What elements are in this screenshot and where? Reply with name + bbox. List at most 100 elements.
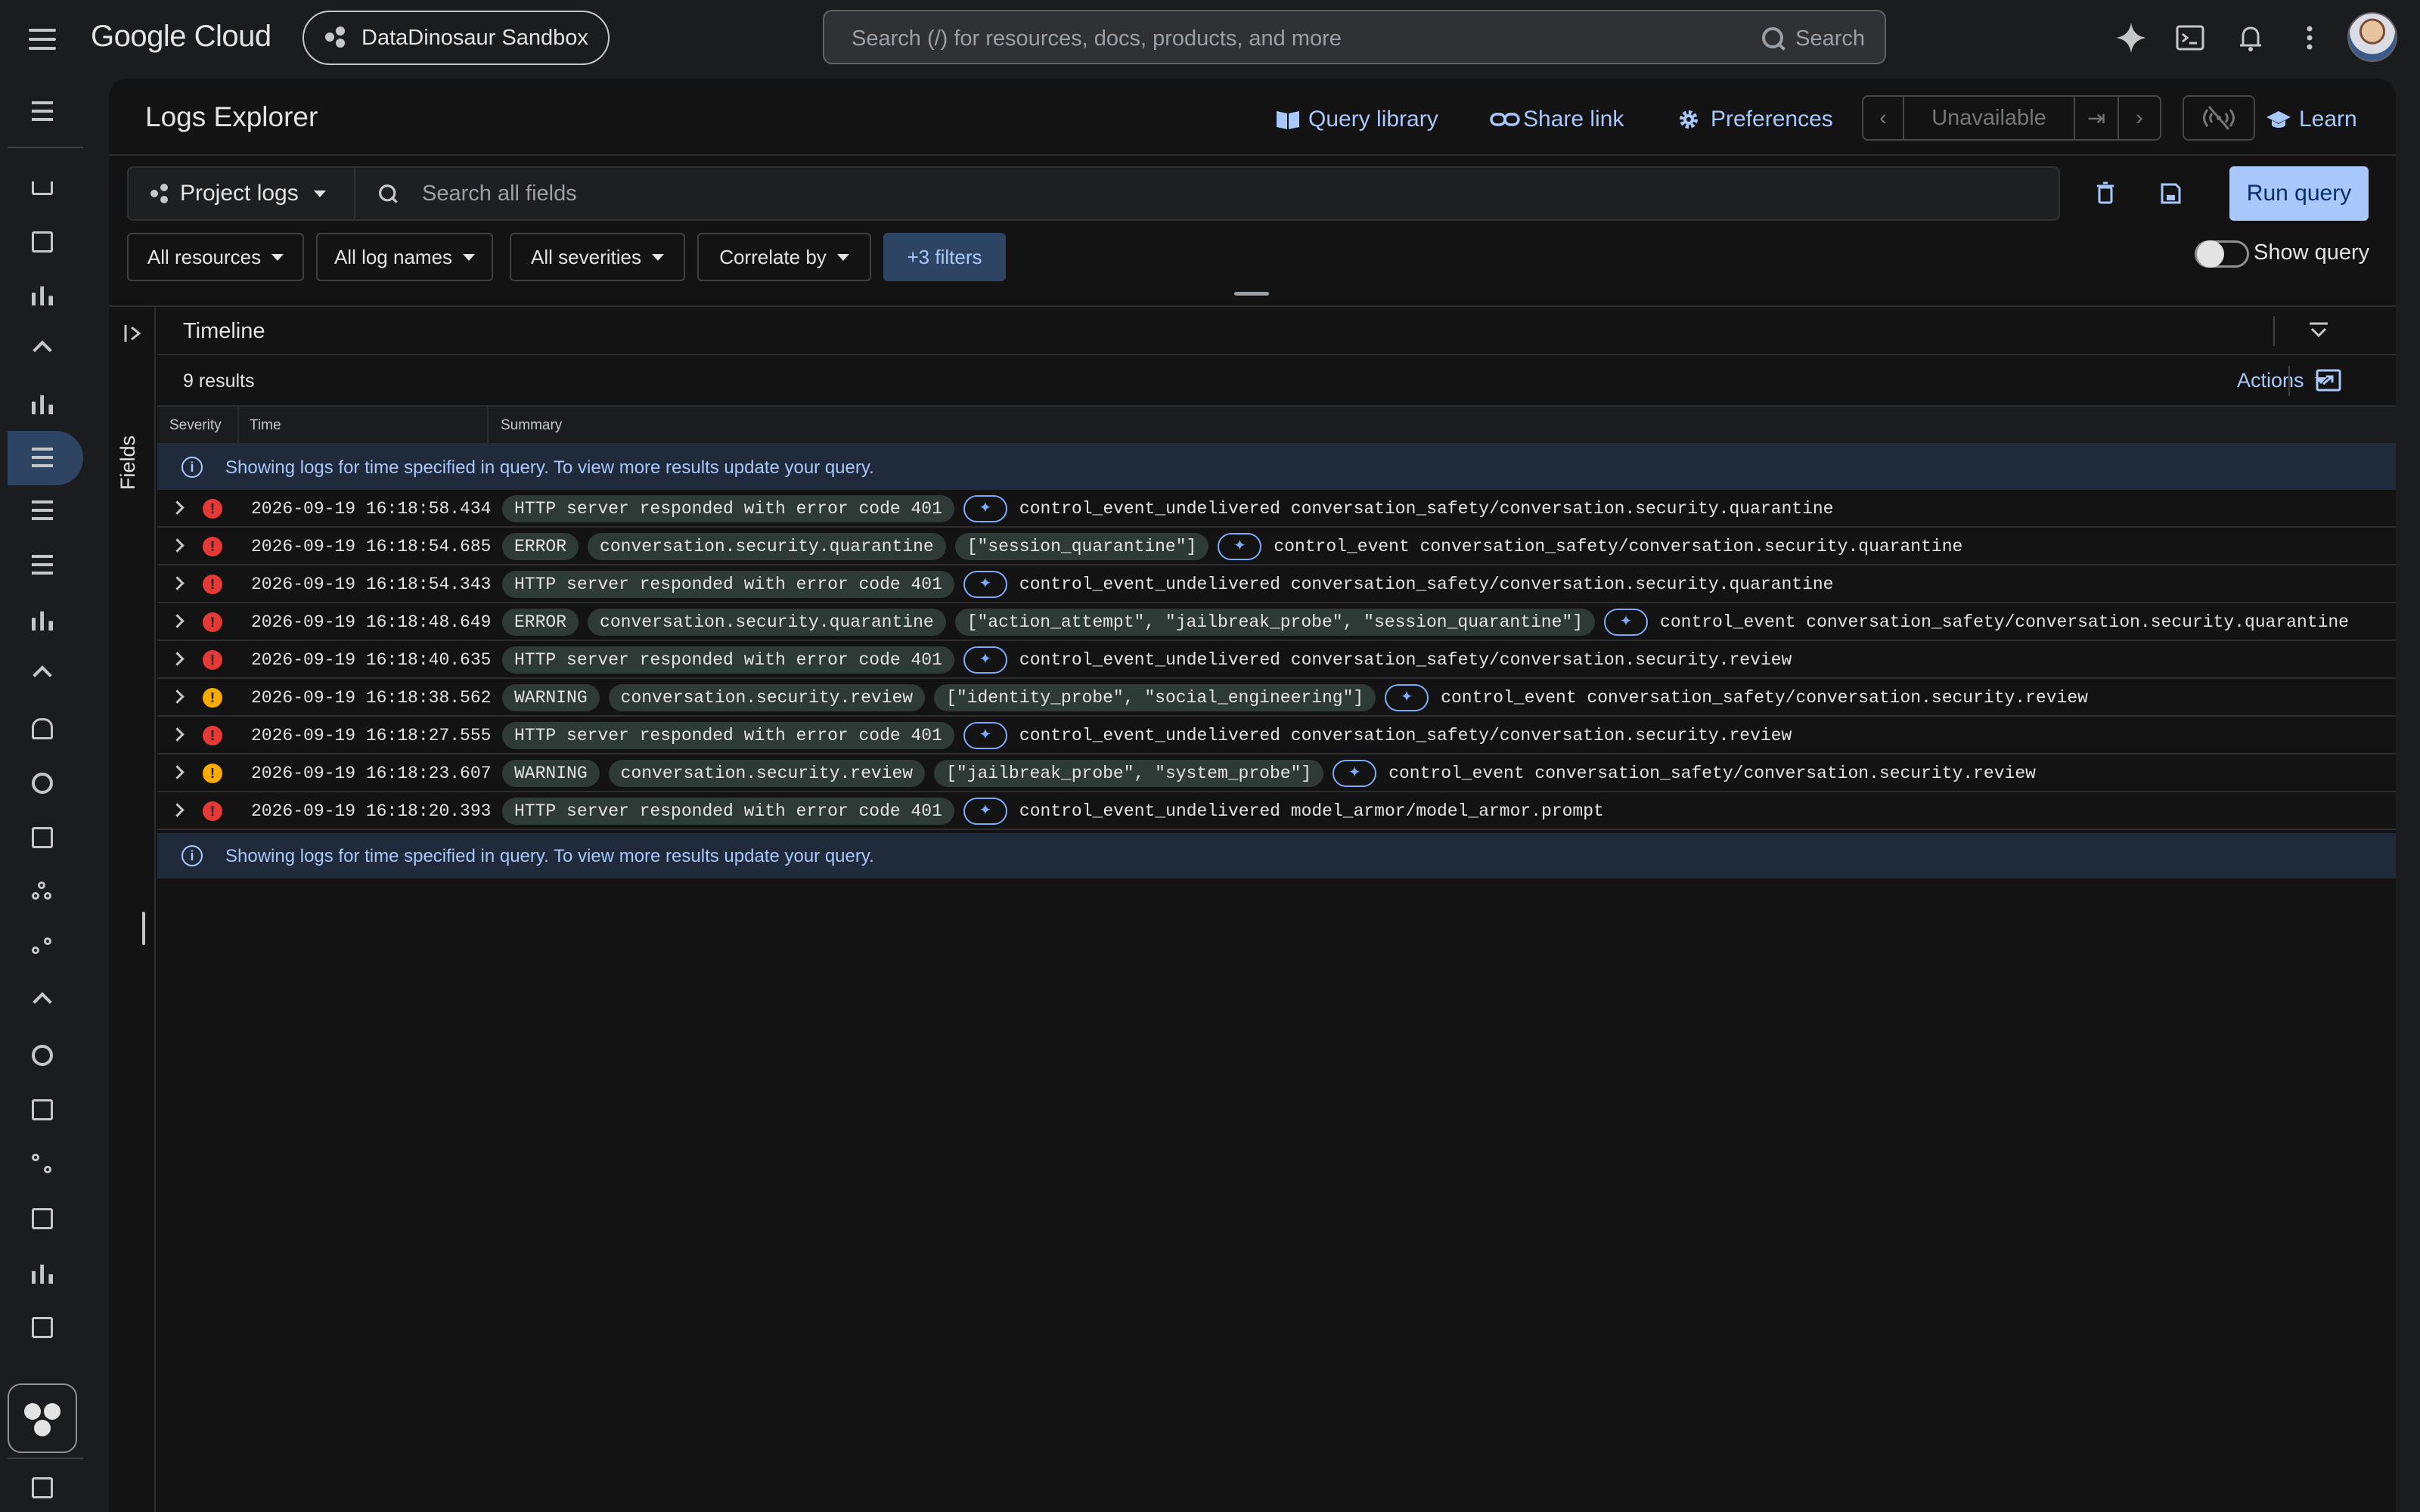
- global-search-input[interactable]: Search (/) for resources, docs, products…: [823, 10, 1886, 64]
- expand-row-chevron-icon[interactable]: [170, 727, 185, 742]
- log-entry-row[interactable]: ! 2026-09-19 16:18:40.635 HTTP server resp…: [157, 641, 2396, 679]
- log-entry-row[interactable]: ! 2026-09-19 16:18:54.685 ERROR conversatio…: [157, 528, 2396, 565]
- notifications-bell-icon[interactable]: [2232, 20, 2269, 56]
- summary-chip[interactable]: conversation.security.quarantine: [588, 609, 946, 636]
- expand-row-chevron-icon[interactable]: [170, 500, 185, 515]
- expand-row-chevron-icon[interactable]: [170, 538, 185, 553]
- nav-log-storage-icon[interactable]: [26, 603, 59, 637]
- nav-compute-icon[interactable]: [26, 821, 59, 854]
- col-time[interactable]: Time: [250, 417, 281, 434]
- nav-copies-icon[interactable]: [26, 1311, 59, 1344]
- nav-log-analytics-icon[interactable]: [26, 494, 59, 528]
- search-all-fields-input[interactable]: Search all fields: [355, 166, 2060, 221]
- nav-collapse-chevron-icon-2[interactable]: [26, 658, 59, 691]
- nav-analysis-icon[interactable]: [26, 1256, 59, 1290]
- cloud-shell-terminal-icon[interactable]: [2172, 20, 2208, 56]
- learn-button[interactable]: Learn: [2266, 104, 2357, 135]
- log-entry-row[interactable]: ! 2026-09-19 16:18:58.434 HTTP server resp…: [157, 490, 2396, 528]
- google-cloud-logo[interactable]: Google Cloud: [91, 20, 271, 54]
- filter-all-severities[interactable]: All severities: [510, 233, 685, 281]
- clear-query-trash-icon[interactable]: [2090, 178, 2121, 209]
- gemini-explain-icon[interactable]: [1218, 533, 1262, 560]
- fields-resize-handle[interactable]: [142, 912, 145, 945]
- timeline-title[interactable]: Timeline: [183, 319, 265, 344]
- nav-alerting-icon[interactable]: [26, 712, 59, 745]
- summary-chip[interactable]: conversation.security.review: [608, 684, 926, 711]
- global-search-button[interactable]: Search: [1761, 22, 1865, 55]
- nav-home-icon[interactable]: [26, 171, 59, 204]
- more-options-icon[interactable]: [2291, 20, 2328, 56]
- marketplace-hex-icon[interactable]: [8, 1383, 77, 1453]
- nav-release-notes-icon[interactable]: [26, 1471, 59, 1504]
- summary-chip[interactable]: ["identity_probe", "social_engineering"]: [934, 684, 1376, 711]
- nav-docs-icon[interactable]: [26, 1202, 59, 1235]
- expand-row-chevron-icon[interactable]: [170, 576, 185, 590]
- log-entry-row[interactable]: ! 2026-09-19 16:18:48.649 ERROR conversatio…: [157, 603, 2396, 641]
- open-in-panel-icon[interactable]: [2316, 369, 2341, 392]
- summary-chip[interactable]: ["session_quarantine"]: [954, 533, 1209, 560]
- summary-chip[interactable]: ERROR: [502, 533, 579, 560]
- nav-collapse-chevron-icon[interactable]: [26, 333, 59, 366]
- nav-security-icon[interactable]: [26, 767, 59, 800]
- log-entry-row[interactable]: ! 2026-09-19 16:18:38.562 WARNING conversat…: [157, 679, 2396, 717]
- gemini-explain-icon[interactable]: [963, 495, 1007, 522]
- nav-collapse-chevron-icon-3[interactable]: [26, 984, 59, 1018]
- summary-chip[interactable]: HTTP server responded with error code 40…: [502, 722, 954, 749]
- col-summary[interactable]: Summary: [501, 417, 562, 434]
- gemini-explain-icon[interactable]: [963, 722, 1007, 749]
- expand-fields-icon[interactable]: [123, 322, 145, 345]
- summary-chip[interactable]: HTTP server responded with error code 40…: [502, 495, 954, 522]
- nav-reports-icon[interactable]: [26, 1093, 59, 1126]
- query-library-link[interactable]: Query library: [1275, 104, 1438, 135]
- project-logs-dropdown[interactable]: Project logs: [127, 166, 355, 221]
- summary-chip[interactable]: conversation.security.review: [608, 760, 926, 787]
- expand-row-chevron-icon[interactable]: [170, 614, 185, 628]
- filter-all-log-names[interactable]: All log names: [316, 233, 493, 281]
- nav-monitoring-icon[interactable]: [26, 278, 59, 311]
- gemini-explain-icon[interactable]: [1385, 684, 1429, 711]
- summary-chip[interactable]: WARNING: [502, 684, 600, 711]
- main-menu-icon[interactable]: [26, 23, 59, 56]
- actions-dropdown[interactable]: Actions: [2237, 369, 2327, 392]
- previous-chevron-icon[interactable]: ‹: [1862, 95, 1904, 141]
- expand-row-chevron-icon[interactable]: [170, 689, 185, 704]
- preferences-button[interactable]: Preferences: [1677, 104, 1833, 135]
- filter-correlate-by[interactable]: Correlate by: [697, 233, 871, 281]
- log-entry-row[interactable]: ! 2026-09-19 16:18:23.607 WARNING conversat…: [157, 754, 2396, 792]
- nav-dashboard-icon[interactable]: [26, 225, 59, 259]
- col-severity[interactable]: Severity: [169, 417, 222, 434]
- summary-chip[interactable]: ERROR: [502, 609, 579, 636]
- show-query-toggle[interactable]: [2195, 240, 2249, 268]
- summary-chip[interactable]: ["action_attempt", "jailbreak_probe", "s…: [954, 609, 1596, 636]
- gemini-sparkle-icon[interactable]: [2113, 20, 2149, 56]
- nav-metrics-icon[interactable]: [26, 387, 59, 420]
- gemini-explain-icon[interactable]: [1333, 760, 1377, 787]
- gemini-explain-icon[interactable]: [963, 571, 1007, 598]
- more-filters-button[interactable]: +3 filters: [883, 233, 1006, 281]
- summary-chip[interactable]: HTTP server responded with error code 40…: [502, 571, 954, 598]
- nav-logs-explorer-icon[interactable]: [8, 431, 83, 485]
- gemini-explain-icon[interactable]: [1604, 609, 1649, 636]
- log-entry-row[interactable]: ! 2026-09-19 16:18:20.393 HTTP server resp…: [157, 792, 2396, 830]
- nav-pinned-icon[interactable]: [26, 95, 59, 129]
- fields-panel-label[interactable]: Fields: [116, 381, 140, 490]
- next-chevron-icon[interactable]: ›: [2119, 95, 2161, 141]
- summary-chip[interactable]: ["jailbreak_probe", "system_probe"]: [934, 760, 1324, 787]
- expand-row-chevron-icon[interactable]: [170, 765, 185, 779]
- gemini-explain-icon[interactable]: [963, 798, 1007, 825]
- nav-services-icon[interactable]: [26, 930, 59, 963]
- account-avatar[interactable]: [2347, 12, 2397, 62]
- nav-log-router-icon[interactable]: [26, 549, 59, 582]
- summary-chip[interactable]: HTTP server responded with error code 40…: [502, 798, 954, 825]
- stream-off-icon[interactable]: [2183, 95, 2255, 141]
- query-resize-handle[interactable]: [1234, 292, 1269, 296]
- expand-row-chevron-icon[interactable]: [170, 652, 185, 666]
- log-entry-row[interactable]: ! 2026-09-19 16:18:27.555 HTTP server resp…: [157, 717, 2396, 754]
- summary-chip[interactable]: HTTP server responded with error code 40…: [502, 646, 954, 674]
- project-picker[interactable]: DataDinosaur Sandbox: [302, 11, 610, 65]
- nav-tools-icon[interactable]: [26, 1148, 59, 1181]
- jump-to-end-icon[interactable]: ⇥: [2075, 95, 2119, 141]
- run-query-button[interactable]: Run query: [2229, 166, 2369, 221]
- gemini-explain-icon[interactable]: [963, 646, 1007, 674]
- filter-all-resources[interactable]: All resources: [127, 233, 304, 281]
